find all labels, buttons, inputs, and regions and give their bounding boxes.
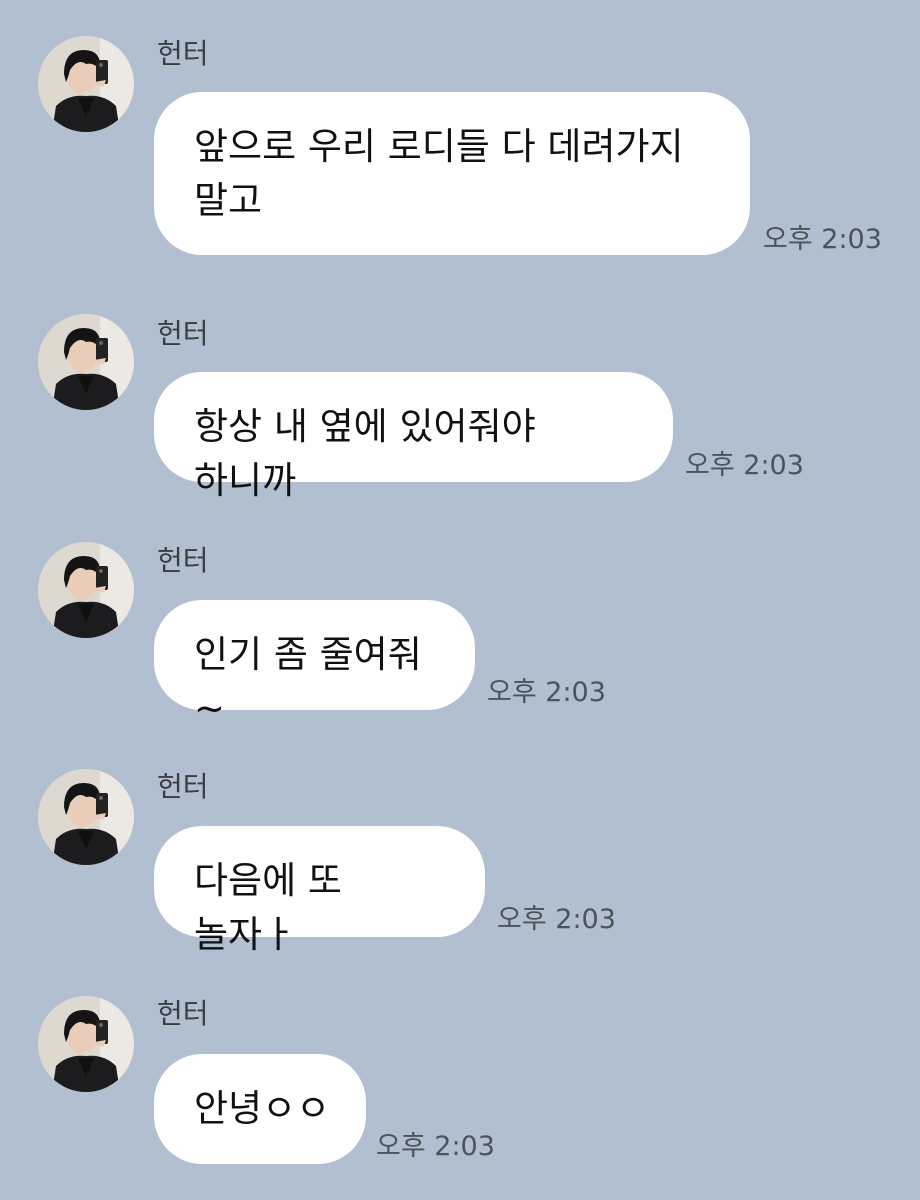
message-time: 오후 2:03 <box>497 904 616 935</box>
sender-name: 헌터 <box>157 37 209 70</box>
sender-name: 헌터 <box>157 997 209 1030</box>
sender-name: 헌터 <box>157 317 209 350</box>
sender-name: 헌터 <box>157 770 209 803</box>
message-bubble[interactable]: 인기 좀 줄여줘~ <box>154 600 475 730</box>
avatar[interactable] <box>38 769 134 865</box>
message-time: 오후 2:03 <box>763 224 882 255</box>
avatar[interactable] <box>38 36 134 132</box>
avatar-photo-icon <box>38 542 134 638</box>
message-time: 오후 2:03 <box>685 450 804 481</box>
avatar-photo-icon <box>38 769 134 865</box>
avatar-photo-icon <box>38 996 134 1092</box>
sender-name: 헌터 <box>157 544 209 577</box>
avatar[interactable] <box>38 314 134 410</box>
avatar[interactable] <box>38 542 134 638</box>
avatar-photo-icon <box>38 314 134 410</box>
avatar[interactable] <box>38 996 134 1092</box>
message-bubble[interactable]: 다음에 또 놀자ㅏ <box>154 826 485 956</box>
message-bubble[interactable]: 항상 내 옆에 있어줘야 하니까 <box>154 372 673 502</box>
message-time: 오후 2:03 <box>487 677 606 708</box>
avatar-photo-icon <box>38 36 134 132</box>
message-time: 오후 2:03 <box>376 1131 495 1162</box>
chat-room: 헌터 앞으로 우리 로디들 다 데려가지 말고 오후 2:03 헌터 항상 내 … <box>0 0 920 1200</box>
message-bubble[interactable]: 안녕ㅇㅇ <box>154 1054 366 1164</box>
message-bubble[interactable]: 앞으로 우리 로디들 다 데려가지 말고 <box>154 92 750 255</box>
